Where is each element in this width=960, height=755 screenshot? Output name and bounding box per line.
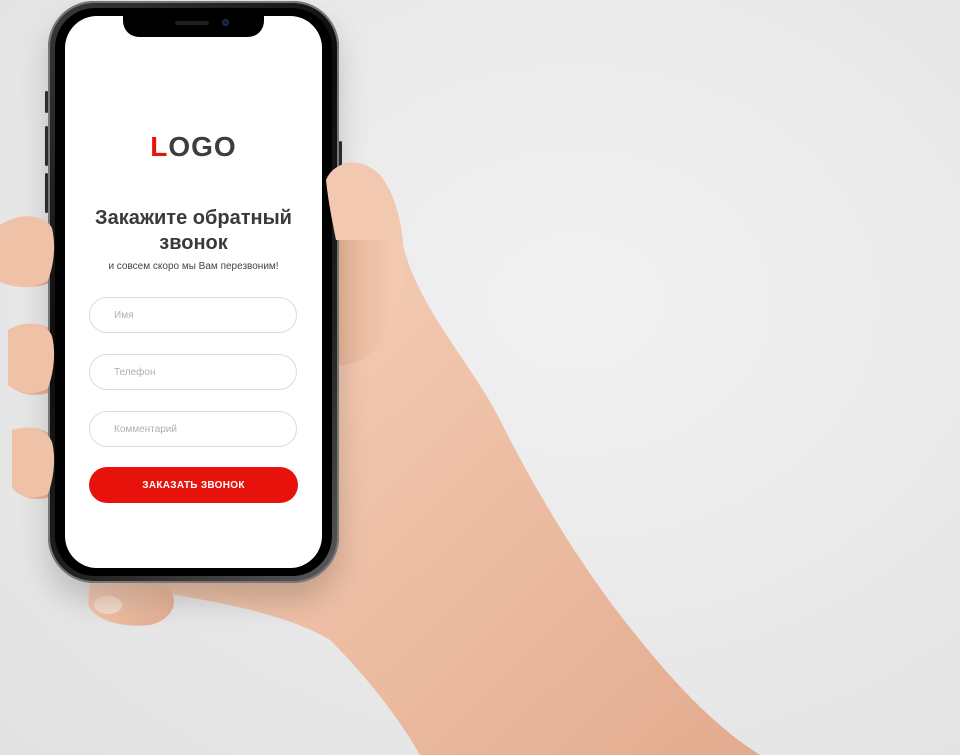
phone-screen: LOGO Закажите обратный звонок и совсем с…	[65, 16, 322, 568]
phone-side-button	[45, 173, 48, 213]
comment-field[interactable]	[89, 411, 297, 447]
phone-side-button	[339, 141, 342, 201]
logo-rest: OGO	[168, 131, 237, 162]
logo: LOGO	[65, 131, 322, 163]
order-call-button[interactable]: ЗАКАЗАТЬ ЗВОНОК	[89, 467, 298, 503]
mockup-scene: LOGO Закажите обратный звонок и совсем с…	[0, 0, 960, 755]
name-field[interactable]	[89, 297, 297, 333]
form-subtitle: и совсем скоро мы Вам перезвоним!	[108, 261, 279, 272]
phone-notch	[123, 16, 264, 37]
speaker-grille-icon	[175, 21, 209, 25]
front-camera-icon	[222, 19, 229, 26]
phone-side-button	[45, 91, 48, 113]
phone-frame: LOGO Закажите обратный звонок и совсем с…	[45, 1, 342, 583]
logo-first-letter: L	[150, 131, 169, 162]
form-title: Закажите обратный звонок	[95, 207, 292, 254]
phone-field[interactable]	[89, 354, 297, 390]
phone-side-button	[45, 126, 48, 166]
